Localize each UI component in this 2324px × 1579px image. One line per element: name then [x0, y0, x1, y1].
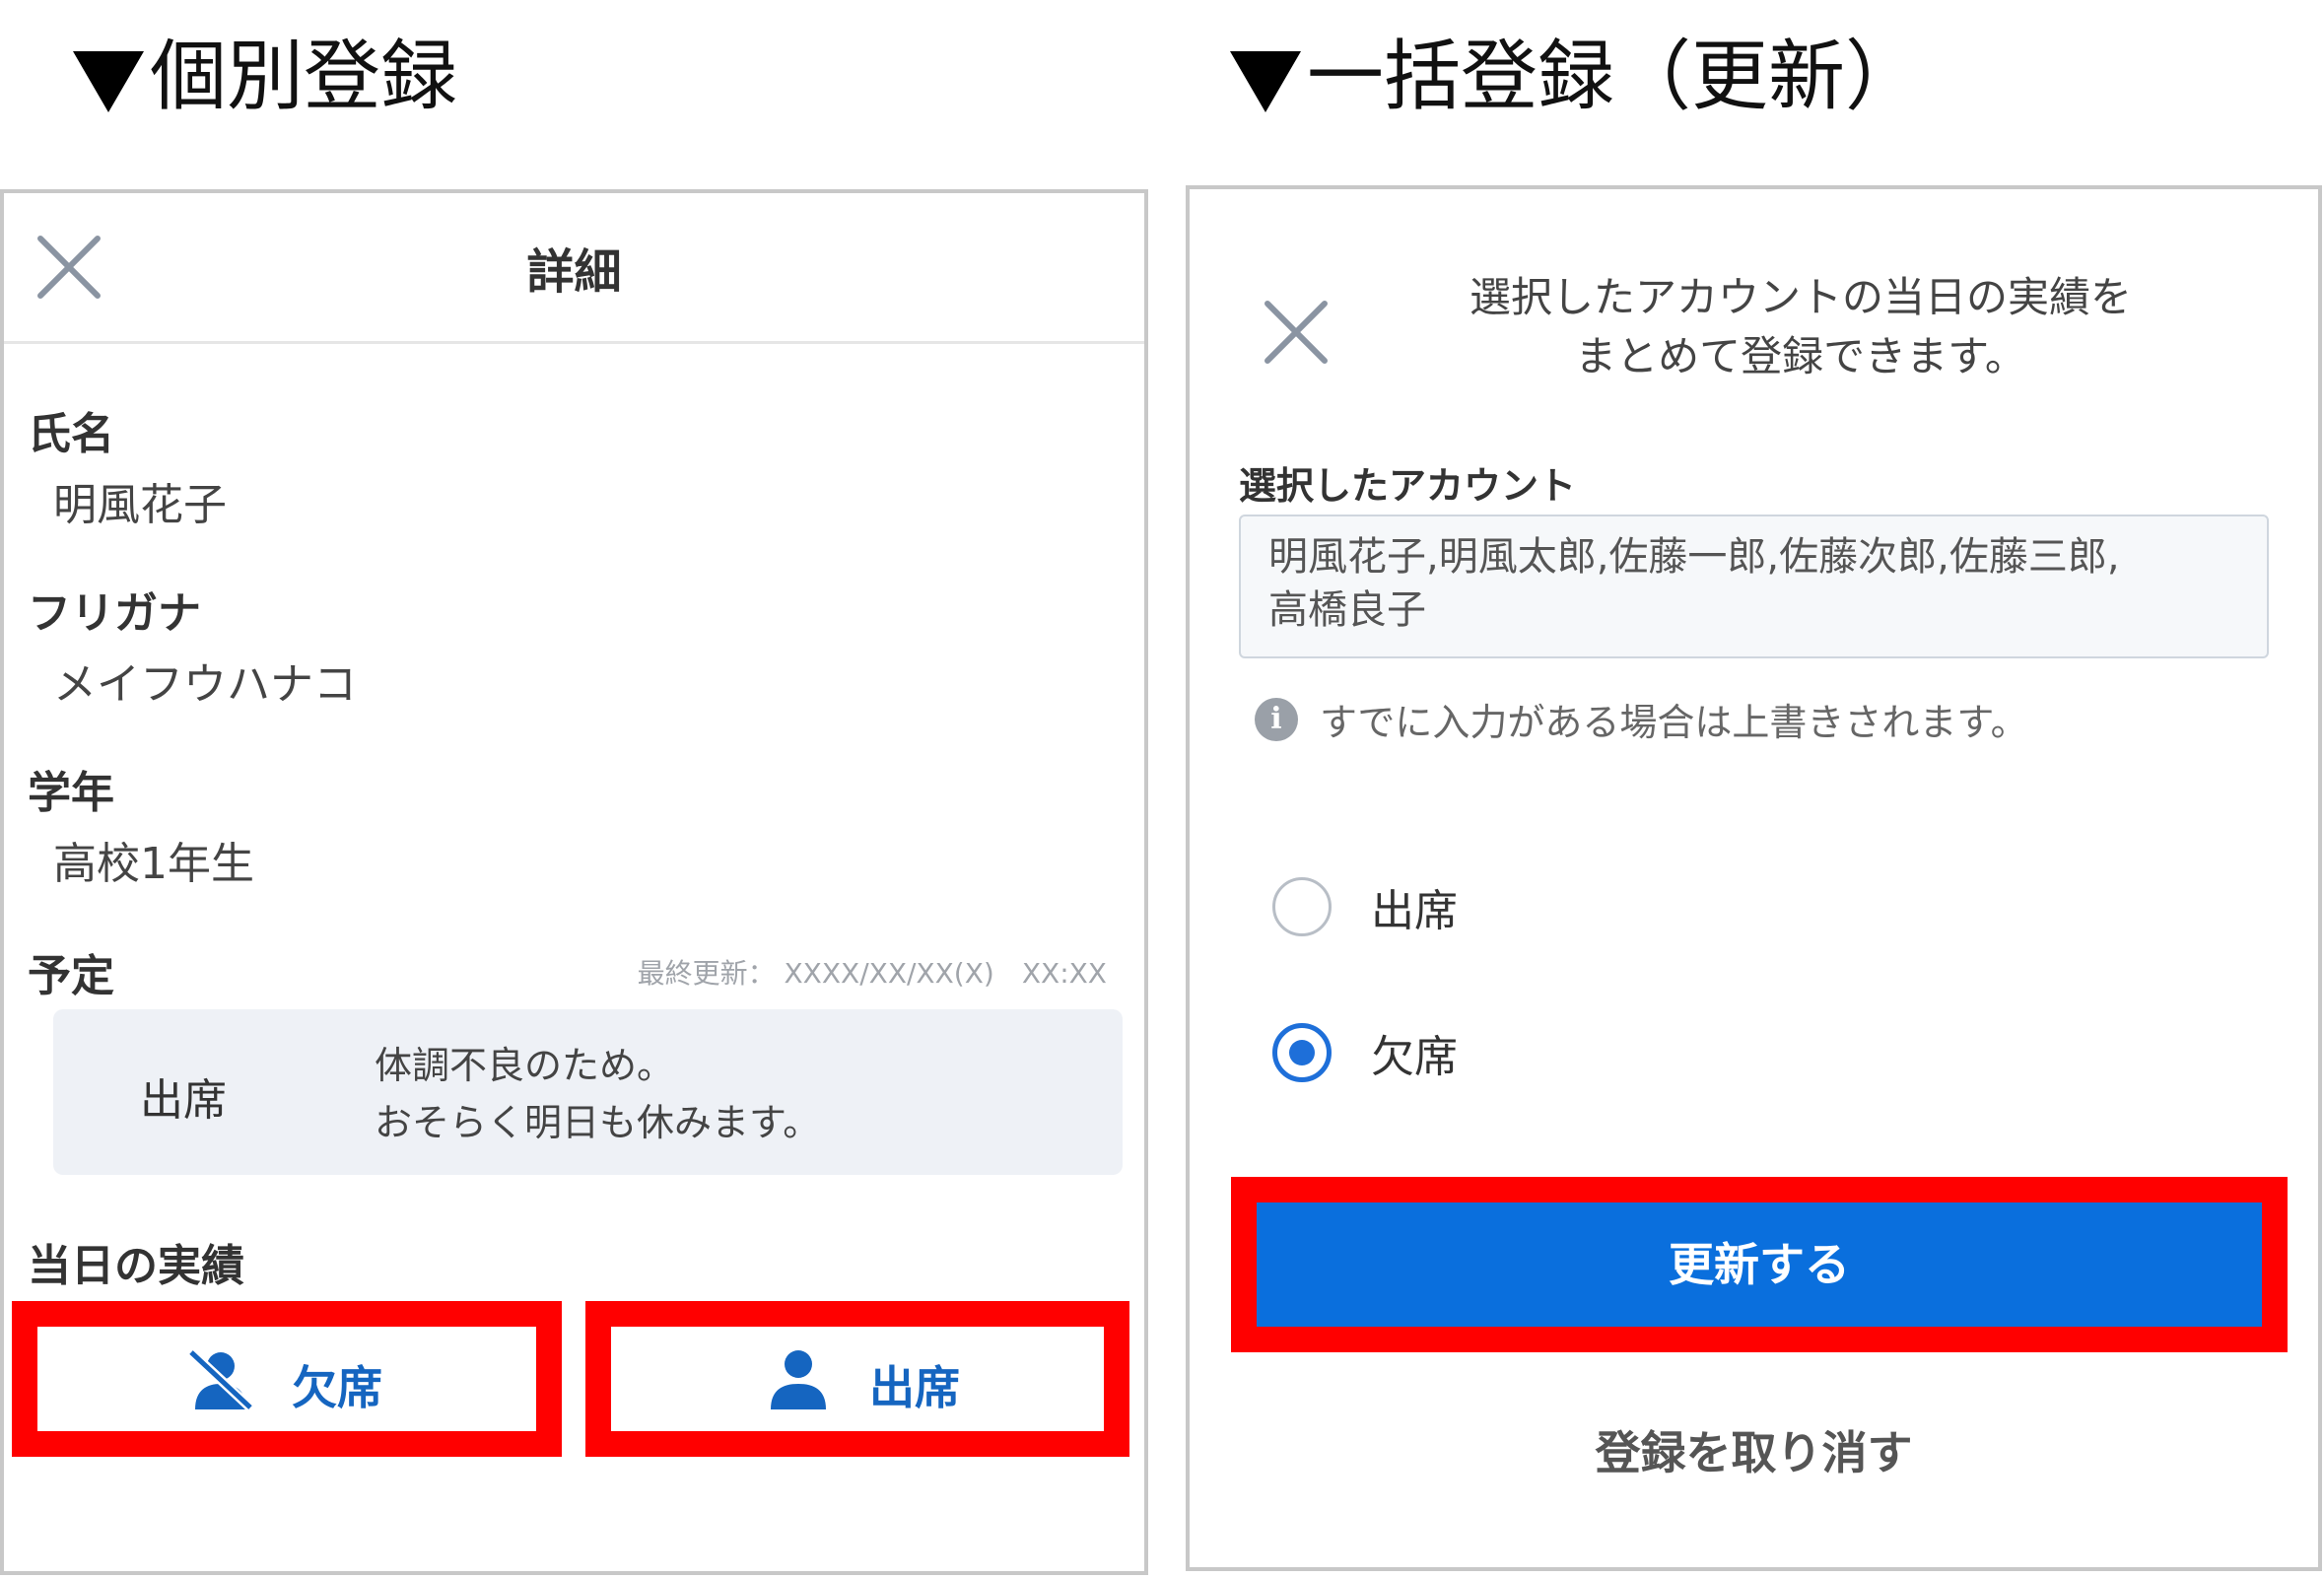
radio-button-checked[interactable] — [1272, 1023, 1332, 1082]
close-icon[interactable] — [1261, 296, 1332, 367]
schedule-note-line2: おそらく明日も休みます。 — [375, 1101, 821, 1144]
schedule-box: 出席 体調不良のため。 おそらく明日も休みます。 — [53, 1009, 1123, 1175]
heading-individual-text: 個別登録 — [150, 33, 458, 121]
heading-individual: 個別登録 — [73, 28, 457, 127]
schedule-label: 予定 — [28, 951, 114, 1001]
detail-title: 詳細 — [526, 244, 622, 300]
selected-accounts-field: 明風花子,明風太郎,佐藤一郎,佐藤次郎,佐藤三郎, 高橋良子 — [1239, 515, 2269, 658]
furigana-value: メイフウハナコ — [53, 659, 357, 710]
bulk-message-line1: 選択したアカウントの当日の実績を — [1469, 273, 2132, 321]
cancel-registration-link[interactable]: 登録を取り消す — [1190, 1417, 2318, 1482]
overwrite-info-text: すでに入力がある場合は上書きされます。 — [1320, 701, 2028, 744]
radio-option-absent[interactable]: 欠席 — [1272, 1021, 1458, 1084]
absent-button-label: 欠席 — [292, 1361, 382, 1414]
info-icon: i — [1255, 697, 1298, 741]
heading-bulk: 一括登録（更新） — [1230, 28, 1922, 127]
schedule-note-line1: 体調不良のため。 — [375, 1044, 675, 1087]
schedule-status: 出席 — [140, 1075, 227, 1126]
furigana-label: フリガナ — [28, 588, 201, 639]
name-value: 明風花子 — [53, 480, 227, 530]
person-off-icon — [187, 1348, 254, 1411]
actual-label: 当日の実績 — [28, 1241, 244, 1291]
radio-label-absent: 欠席 — [1371, 1032, 1458, 1082]
grade-value: 高校1年生 — [53, 839, 254, 889]
bulk-message: 選択したアカウントの当日の実績を まとめて登録できます。 — [1357, 268, 2244, 386]
bulk-panel: 選択したアカウントの当日の実績を まとめて登録できます。 選択したアカウント 明… — [1186, 185, 2322, 1571]
person-icon — [771, 1350, 826, 1409]
present-button-label: 出席 — [869, 1361, 960, 1414]
present-highlight-frame: 出席 — [585, 1301, 1129, 1457]
radio-label-present: 出席 — [1371, 886, 1458, 936]
down-triangle-icon — [73, 50, 144, 112]
heading-bulk-text: 一括登録（更新） — [1307, 33, 1923, 121]
present-button[interactable]: 出席 — [611, 1327, 1104, 1431]
divider — [4, 341, 1144, 344]
grade-label: 学年 — [28, 768, 114, 818]
radio-button-unchecked[interactable] — [1272, 877, 1332, 936]
selected-accounts-label: 選択したアカウント — [1239, 464, 1577, 508]
absent-button[interactable]: 欠席 — [37, 1327, 536, 1431]
bulk-message-line2: まとめて登録できます。 — [1575, 332, 2026, 380]
update-highlight-frame: 更新する — [1231, 1177, 2288, 1352]
schedule-note: 体調不良のため。 おそらく明日も休みます。 — [375, 1037, 820, 1151]
detail-panel: 詳細 氏名 明風花子 フリガナ メイフウハナコ 学年 高校1年生 予定 最終更新… — [0, 189, 1148, 1575]
absent-highlight-frame: 欠席 — [12, 1301, 562, 1457]
radio-option-present[interactable]: 出席 — [1272, 875, 1458, 938]
overwrite-info: i すでに入力がある場合は上書きされます。 — [1255, 692, 2028, 746]
name-label: 氏名 — [28, 409, 114, 459]
last-updated: 最終更新： XXXX/XX/XX(X) XX:XX — [637, 957, 1107, 990]
update-button[interactable]: 更新する — [1257, 1202, 2262, 1327]
down-triangle-icon — [1230, 50, 1301, 112]
